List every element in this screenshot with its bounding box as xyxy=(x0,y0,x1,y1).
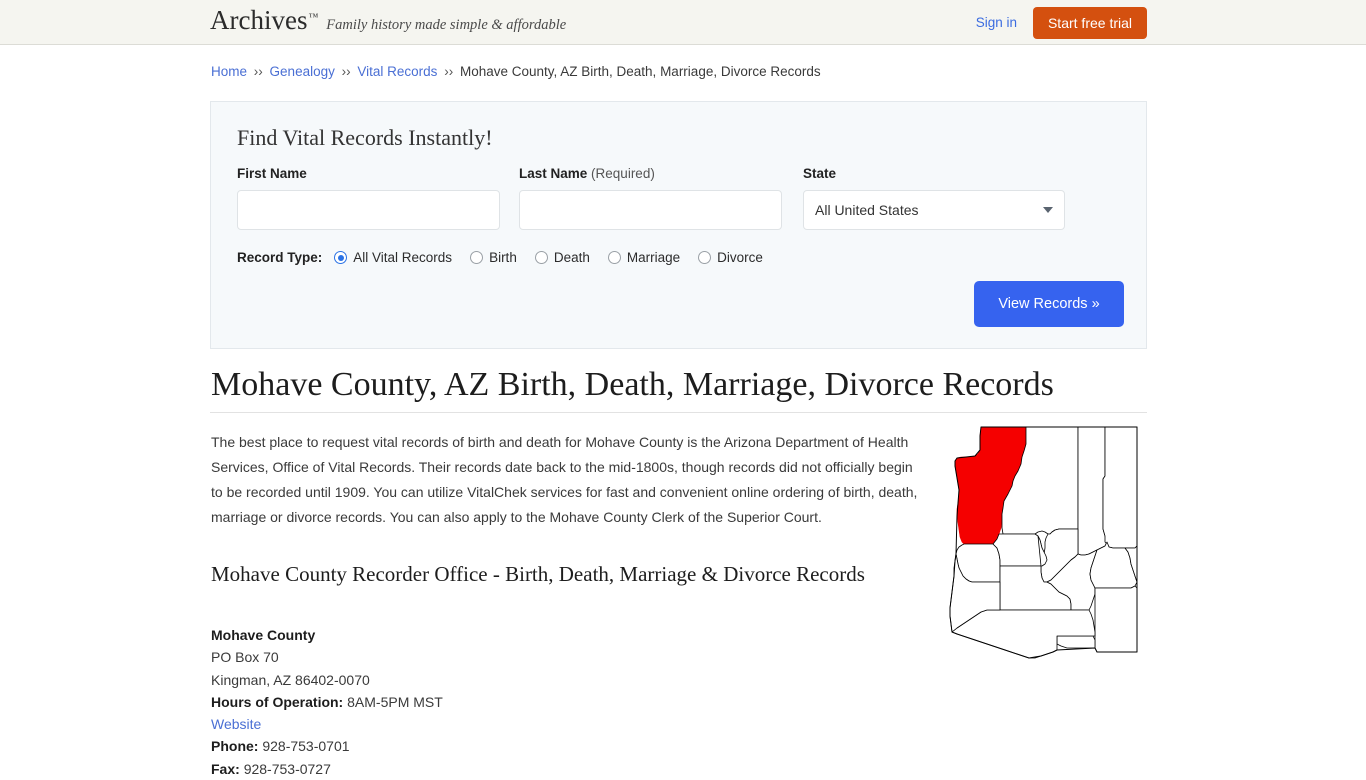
start-free-trial-button[interactable]: Start free trial xyxy=(1032,6,1147,39)
sign-in-link[interactable]: Sign in xyxy=(976,15,1017,30)
county-apache xyxy=(1102,426,1138,549)
trademark-icon: ™ xyxy=(308,12,319,23)
office-city-state-zip: Kingman, AZ 86402-0070 xyxy=(211,671,370,688)
radio-label: Divorce xyxy=(717,250,763,265)
state-select-wrapper: All United States xyxy=(803,190,1065,230)
breadcrumb-item-genealogy[interactable]: Genealogy xyxy=(270,64,335,79)
breadcrumb-item-current: Mohave County, AZ Birth, Death, Marriage… xyxy=(459,64,821,79)
breadcrumb-item-home[interactable]: Home xyxy=(211,64,247,79)
breadcrumb-item-vital-records[interactable]: Vital Records xyxy=(357,64,437,79)
state-field-group: State All United States xyxy=(803,166,1065,230)
record-type-group: Record Type: All Vital Records Birth Dea… xyxy=(237,250,781,265)
radio-icon xyxy=(534,251,548,264)
first-name-label: First Name xyxy=(237,166,307,181)
radio-icon xyxy=(334,251,348,264)
radio-icon xyxy=(698,251,712,264)
radio-icon xyxy=(607,251,621,264)
header-actions: Sign in Start free trial xyxy=(976,0,1147,45)
county-santa-cruz xyxy=(1056,635,1096,649)
first-name-field-group: First Name xyxy=(237,166,500,230)
office-name: Mohave County xyxy=(211,627,316,643)
radio-label: All Vital Records xyxy=(353,250,453,265)
recorder-office-heading: Mohave County Recorder Office - Birth, D… xyxy=(211,562,865,586)
breadcrumb-separator: ›› xyxy=(341,64,351,79)
office-hours: Hours of Operation: 8AM-5PM MST xyxy=(211,691,443,713)
breadcrumb-separator: ›› xyxy=(253,64,263,79)
radio-birth[interactable]: Birth xyxy=(470,250,517,265)
intro-paragraph: The best place to request vital records … xyxy=(211,434,918,525)
last-name-field-group: Last Name (Required) xyxy=(519,166,782,230)
radio-label: Death xyxy=(553,250,590,265)
state-select[interactable]: All United States xyxy=(803,190,1065,230)
office-street: PO Box 70 xyxy=(211,649,279,666)
radio-all-vital-records[interactable]: All Vital Records xyxy=(334,250,452,265)
arizona-county-map xyxy=(945,424,1147,664)
office-fax-label: Fax: xyxy=(211,760,240,777)
radio-marriage[interactable]: Marriage xyxy=(607,250,681,265)
first-name-input[interactable] xyxy=(237,190,500,230)
arizona-map-svg xyxy=(949,426,1138,659)
office-hours-label: Hours of Operation: xyxy=(211,693,344,710)
office-fax-value: 928-753-0727 xyxy=(243,760,331,777)
breadcrumb-separator: ›› xyxy=(444,64,454,79)
radio-label: Marriage xyxy=(626,250,681,265)
radio-divorce[interactable]: Divorce xyxy=(698,250,763,265)
last-name-required-note: (Required) xyxy=(591,166,655,181)
office-phone: Phone: 928-753-0701 xyxy=(211,735,443,757)
radio-label: Birth xyxy=(489,250,517,265)
office-phone-value: 928-753-0701 xyxy=(262,738,350,755)
search-panel-title: Find Vital Records Instantly! xyxy=(237,125,493,150)
last-name-input[interactable] xyxy=(519,190,782,230)
state-label: State xyxy=(803,166,837,181)
vital-records-search-panel: Find Vital Records Instantly! First Name… xyxy=(210,101,1147,349)
recorder-office-address: Mohave County PO Box 70 Kingman, AZ 8640… xyxy=(211,624,443,780)
brand-name: Archives xyxy=(210,5,308,35)
site-header: Archives ™ Family history made simple & … xyxy=(0,0,1366,45)
radio-death[interactable]: Death xyxy=(534,250,590,265)
title-divider xyxy=(210,412,1147,413)
site-logo[interactable]: Archives ™ Family history made simple & … xyxy=(210,7,566,34)
last-name-label: Last Name (Required) xyxy=(519,166,782,181)
office-fax: Fax: 928-753-0727 xyxy=(211,758,443,780)
office-website-link[interactable]: Website xyxy=(211,716,261,732)
radio-icon xyxy=(470,251,484,264)
last-name-label-text: Last Name xyxy=(519,166,588,181)
office-website-line: Website xyxy=(211,713,443,735)
office-phone-label: Phone: xyxy=(211,738,259,755)
office-hours-value: 8AM-5PM MST xyxy=(347,693,443,710)
view-records-button[interactable]: View Records » xyxy=(974,281,1124,327)
brand-tagline: Family history made simple & affordable xyxy=(326,17,567,33)
county-cochise xyxy=(1094,585,1138,653)
page-title: Mohave County, AZ Birth, Death, Marriage… xyxy=(211,366,1054,403)
breadcrumb: Home ›› Genealogy ›› Vital Records ›› Mo… xyxy=(211,64,821,79)
record-type-label: Record Type: xyxy=(237,250,323,265)
